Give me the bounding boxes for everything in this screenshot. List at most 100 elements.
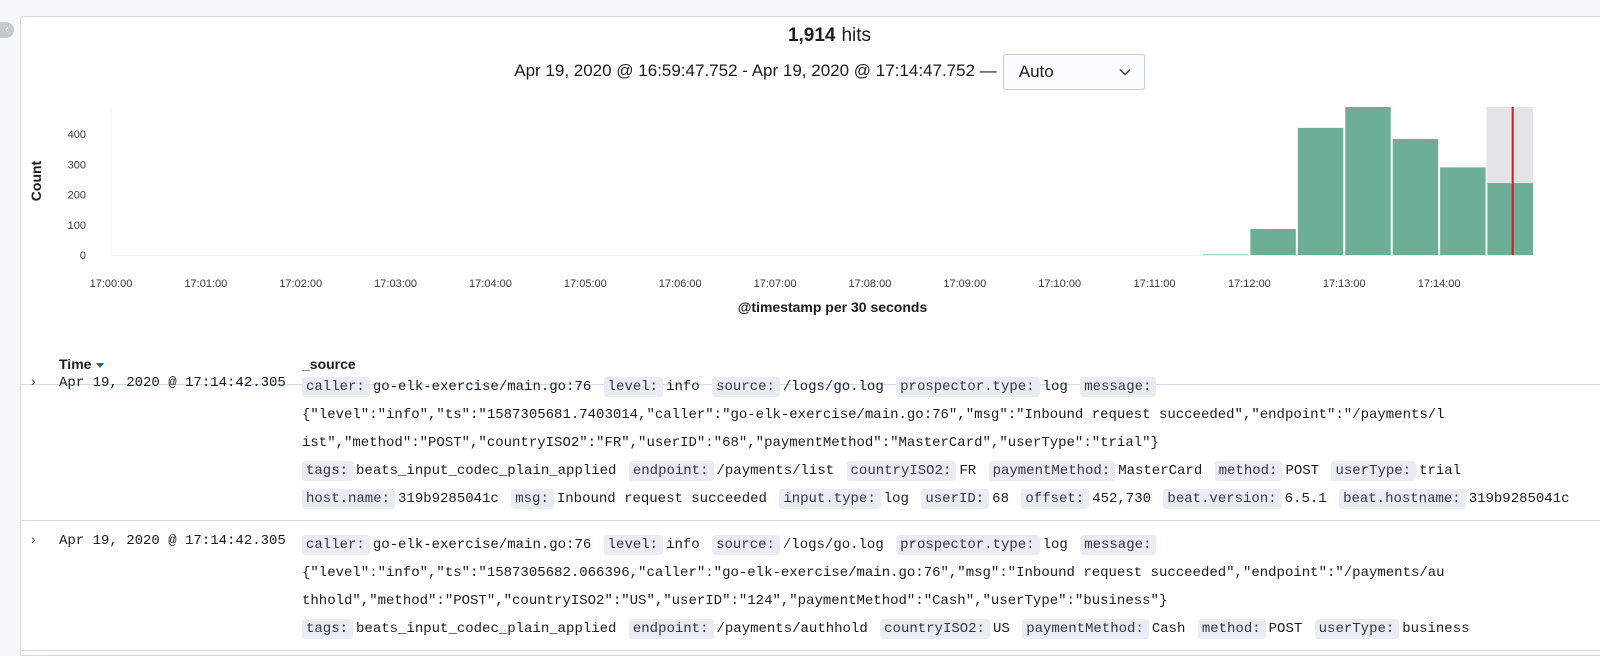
field-key: level: [603,377,664,397]
field-key: message: [1080,535,1157,555]
field-key: tags: [302,461,354,481]
histogram-bar [1392,139,1439,255]
table-row: › Apr 19, 2020 @ 17:14:42.305 caller: go-el… [21,363,1600,521]
source-field: source:/logs/go.log [712,535,885,555]
sidebar-collapse-icon[interactable]: ‹ [0,22,14,38]
expand-row-icon[interactable]: › [31,374,43,388]
message-value: {"level":"info","ts":"1587305681.7403014… [302,407,1445,451]
y-tick-label: 200 [68,190,86,202]
interval-select-value: Auto [1018,62,1054,81]
x-tick-label: 17:11:00 [1134,278,1176,290]
histogram-bar [1440,167,1486,255]
x-tick-label: 17:08:00 [849,278,892,290]
field-value: beats_input_codec_plain_applied [356,621,617,637]
interval-select[interactable]: Auto [1002,54,1145,90]
histogram-bar [1297,127,1344,255]
source-field: msg: Inbound request succeeded [511,489,768,509]
hits-summary: 1,914 hits [21,25,1600,47]
field-value: log [883,491,909,507]
field-value: 6.5.1 [1284,491,1327,507]
field-key: method: [1214,461,1283,481]
field-value: FR [959,463,977,479]
field-key: prospector.type: [896,377,1040,397]
source-field: beat.version: 6.5.1 [1163,489,1327,509]
field-key: countryISO2: [880,619,990,639]
field-key: level: [603,535,664,555]
field-key: countryISO2: [846,461,957,481]
field-value: info [666,537,700,553]
field-value: POST [1285,463,1320,479]
source-field: input.type: log [779,489,910,509]
field-value: 319b9285041c [398,491,499,507]
histogram-bar [1487,183,1533,255]
y-axis-label: Count [28,160,44,201]
field-key: caller: [302,535,370,555]
y-tick-label: 300 [68,159,86,171]
field-key: beat.version: [1163,489,1282,509]
field-key: source: [712,535,780,555]
source-field: caller: go-elk-exercise/main.go:76 [302,535,592,555]
chevron-down-icon [1119,69,1131,76]
histogram-bar [1250,229,1296,255]
field-key: source: [712,377,780,397]
histogram-bar [1345,107,1391,255]
field-value: business [1402,621,1470,637]
table-row: › Apr 19, 2020 @ 17:14:42.305 caller: go-el… [21,521,1600,651]
source-field: message: [1080,377,1157,397]
source-field: message: [1080,535,1157,555]
field-value: MasterCard [1118,463,1203,479]
source-field: userType: business [1314,619,1471,639]
field-key: userType: [1331,461,1417,481]
field-key: caller: [302,377,370,397]
message-value: {"level":"info","ts":"1587305682.066396,… [302,565,1445,609]
source-field: method: POST [1214,461,1320,481]
expand-row-icon[interactable]: › [31,532,43,546]
field-value: trial [1419,463,1462,479]
field-value: log [1042,379,1068,395]
x-tick-label: 17:00:00 [90,278,133,290]
field-key: endpoint: [628,461,714,481]
field-key: msg: [511,489,554,509]
y-tick-label: 100 [68,220,86,232]
row-timestamp: Apr 19, 2020 @ 17:14:42.305 [59,375,286,391]
field-value: 452,730 [1092,491,1152,507]
source-field: caller: go-elk-exercise/main.go:76 [302,377,592,397]
histogram-bar [1202,254,1249,255]
field-value: info [666,379,700,395]
field-value: POST [1268,621,1303,637]
source-field: countryISO2: US [880,619,1011,639]
row-source: caller: go-elk-exercise/main.go:76 level:… [302,531,1600,643]
source-field: paymentMethod: MasterCard [988,461,1204,481]
hits-count: 1,914 [787,25,836,46]
x-tick-label: 17:14:00 [1418,278,1461,290]
field-key: paymentMethod: [988,461,1116,481]
source-field: offset: 452,730 [1021,489,1152,509]
x-tick-label: 17:03:00 [374,278,417,290]
x-tick-label: 17:09:00 [943,278,986,290]
source-field: level: info [603,535,701,555]
field-key: method: [1197,619,1266,639]
source-field: endpoint:/payments/authhold [628,619,869,639]
field-value: go-elk-exercise/main.go:76 [372,379,592,395]
field-value: /payments/list [716,463,835,479]
source-field: tags: beats_input_codec_plain_applied [302,461,617,481]
source-field: host.name: 319b9285041c [302,489,500,509]
source-field: method: POST [1197,619,1303,639]
field-key: endpoint: [628,619,714,639]
time-range-text: Apr 19, 2020 @ 16:59:47.752 - Apr 19, 20… [514,61,997,80]
field-key: paymentMethod: [1022,619,1149,639]
x-tick-label: 17:02:00 [279,278,322,290]
source-field: prospector.type: log [896,377,1069,397]
histogram-svg: Count 0 100 200 300 400 17:00:00 17:01:00 17:02:… [28,107,1534,315]
field-value: /logs/go.log [782,379,884,395]
x-tick-label: 17:13:00 [1323,278,1366,290]
source-field: endpoint:/payments/list [628,461,835,481]
source-field: level: info [603,377,701,397]
field-value: 68 [992,491,1009,507]
y-tick-label: 400 [68,129,86,141]
x-tick-label: 17:05:00 [564,278,607,290]
source-field: countryISO2: FR [846,461,978,481]
field-value: Cash [1151,621,1186,637]
y-tick-label: 0 [80,250,86,262]
x-tick-label: 17:04:00 [469,278,512,290]
